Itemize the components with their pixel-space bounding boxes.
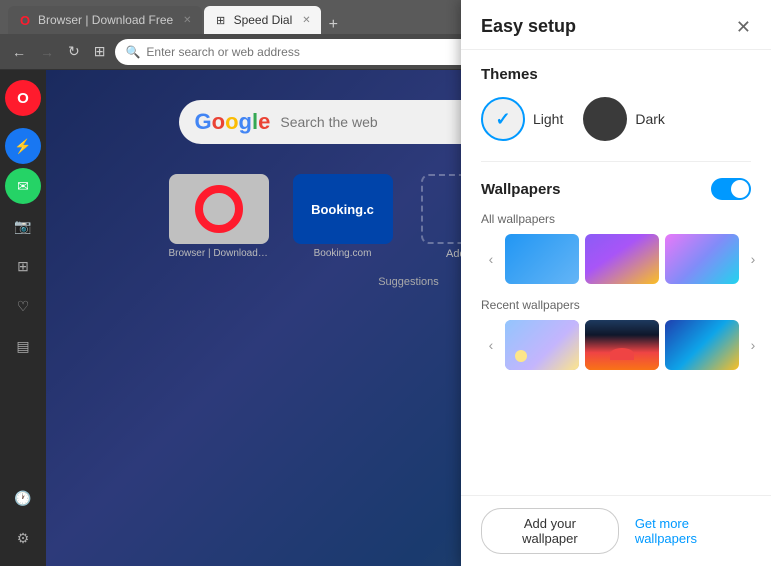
panel-body: Themes ✓ Light Dark Wallpapers All wallp… [461, 50, 771, 495]
opera-label: Browser | Download Free | Fast... [169, 248, 269, 259]
dial-item-booking[interactable]: Booking.c Booking.com [293, 174, 401, 260]
sidebar-item-instagram[interactable]: 📷 [5, 208, 41, 244]
forward-button[interactable]: → [36, 40, 58, 64]
all-wallpapers-label: All wallpapers [481, 212, 751, 226]
google-logo: Google [195, 109, 271, 135]
feed-icon: ▤ [16, 338, 29, 355]
get-more-wallpapers-link[interactable]: Get more wallpapers [635, 516, 751, 546]
check-icon: ✓ [495, 109, 510, 130]
themes-row: ✓ Light Dark [481, 97, 751, 141]
sidebar-item-messenger[interactable]: ⚡ [5, 128, 41, 164]
sidebar-item-opera[interactable]: O [5, 80, 41, 116]
sidebar: O ⚡ ✉ 📷 ⊞ ♡ ▤ 🕐 ⚙ [0, 70, 46, 566]
wallpapers-toggle[interactable] [711, 178, 751, 200]
whatsapp-icon: ✉ [17, 178, 29, 195]
panel-title: Easy setup [481, 16, 576, 37]
themes-title: Themes [481, 66, 751, 83]
prev-all-button[interactable]: ‹ [481, 249, 501, 269]
wallpaper-blue2[interactable] [665, 320, 739, 370]
recent-wallpapers-grid [505, 320, 739, 370]
dark-theme-label: Dark [635, 111, 665, 127]
prev-recent-button[interactable]: ‹ [481, 335, 501, 355]
back-button[interactable]: ← [8, 40, 30, 64]
messenger-icon: ⚡ [14, 138, 31, 155]
wallpaper-blue[interactable] [505, 234, 579, 284]
next-recent-button[interactable]: › [743, 335, 763, 355]
tab-speed-dial[interactable]: ⊞ Speed Dial ✕ [204, 6, 321, 34]
opera-tab-favicon: O [18, 13, 32, 27]
tab-speed-dial-close[interactable]: ✕ [302, 15, 310, 26]
recent-wallpapers-label: Recent wallpapers [481, 298, 751, 312]
sidebar-item-whatsapp[interactable]: ✉ [5, 168, 41, 204]
divider [481, 161, 751, 162]
theme-dark-option[interactable]: Dark [583, 97, 665, 141]
easy-setup-panel: Easy setup ✕ Themes ✓ Light Dark Wallpap… [461, 0, 771, 566]
reload-button[interactable]: ↻ [64, 39, 84, 64]
panel-footer: Add your wallpaper Get more wallpapers [461, 495, 771, 566]
tabs-button[interactable]: ⊞ [90, 39, 110, 64]
all-wallpapers-grid [505, 234, 739, 284]
light-theme-circle: ✓ [481, 97, 525, 141]
tab-browser-label: Browser | Download Free [38, 13, 173, 27]
wallpaper-room[interactable] [505, 320, 579, 370]
wallpapers-header: Wallpapers [481, 178, 751, 200]
theme-light-option[interactable]: ✓ Light [481, 97, 563, 141]
apps-icon: ⊞ [17, 258, 29, 275]
sidebar-item-feed[interactable]: ▤ [5, 328, 41, 364]
opera-logo-icon: O [17, 90, 29, 107]
booking-label: Booking.com [293, 248, 393, 259]
speed-dial-favicon: ⊞ [214, 13, 228, 27]
all-wallpapers-row: ‹ › [481, 234, 751, 284]
wallpaper-purple[interactable] [585, 234, 659, 284]
settings-icon: ⚙ [17, 530, 30, 547]
light-theme-label: Light [533, 111, 563, 127]
opera-thumb [169, 174, 269, 244]
search-icon: 🔍 [125, 45, 140, 59]
sidebar-item-settings[interactable]: ⚙ [5, 520, 41, 556]
booking-thumb: Booking.c [293, 174, 393, 244]
sidebar-item-favorites[interactable]: ♡ [5, 288, 41, 324]
wallpaper-sunset[interactable] [585, 320, 659, 370]
panel-header: Easy setup ✕ [461, 0, 771, 50]
recent-wallpapers-row: ‹ › [481, 320, 751, 370]
panel-close-button[interactable]: ✕ [736, 18, 751, 36]
tab-browser-close[interactable]: ✕ [183, 15, 191, 26]
dark-theme-circle [583, 97, 627, 141]
camera-icon: 📷 [14, 218, 31, 235]
sidebar-item-apps[interactable]: ⊞ [5, 248, 41, 284]
sidebar-item-history[interactable]: 🕐 [5, 480, 41, 516]
heart-icon: ♡ [17, 298, 30, 315]
add-tab-button[interactable]: + [323, 16, 344, 34]
next-all-button[interactable]: › [743, 249, 763, 269]
dial-item-opera[interactable]: Browser | Download Free | Fast... [169, 174, 277, 260]
toggle-knob [731, 180, 749, 198]
tab-speed-dial-label: Speed Dial [234, 13, 293, 27]
add-wallpaper-button[interactable]: Add your wallpaper [481, 508, 619, 554]
wallpapers-title: Wallpapers [481, 181, 560, 198]
wallpaper-pink[interactable] [665, 234, 739, 284]
history-icon: 🕐 [14, 490, 31, 507]
tab-browser[interactable]: O Browser | Download Free ✕ [8, 6, 202, 34]
